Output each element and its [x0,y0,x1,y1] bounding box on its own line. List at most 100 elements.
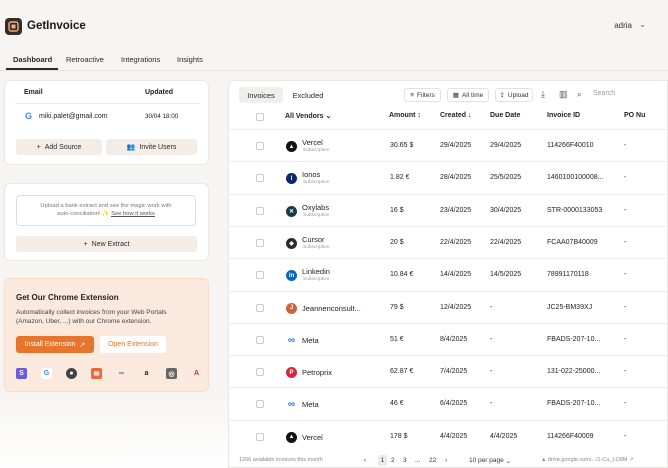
open-extension-button[interactable]: Open Extension [100,336,166,353]
vendor-name: Meta [302,400,319,410]
row-checkbox[interactable] [256,142,264,150]
sparkle-icon: ✨ [102,211,110,217]
search-icon[interactable]: ⌕ [577,89,582,100]
user-menu[interactable]: adria [614,21,632,30]
page-1[interactable]: 1 [378,455,387,466]
plus-icon: + [83,240,88,248]
updated-column-header: Updated [145,89,173,96]
upload-label: Upload [507,91,529,99]
due-date-cell: - [490,368,493,376]
row-checkbox[interactable] [256,238,264,247]
next-page-icon[interactable]: › [445,455,447,466]
po-number-cell: - [624,271,627,279]
download-icon[interactable]: ⤓ [541,89,545,100]
tab-retroactive[interactable]: Retroactive [66,55,104,64]
vendor-name: Meta [302,335,319,345]
amount-cell: 16 $ [390,206,404,214]
table-row[interactable]: in Linkedin Subscription 10.84 € 14/4/2025 14… [229,258,668,291]
row-checkbox[interactable] [256,432,264,441]
prev-page-icon[interactable]: ‹ [364,455,366,466]
vendor-subtype: Subscription [303,244,330,250]
created-date-cell: 22/4/2025 [440,238,472,246]
columns-icon[interactable]: ▥ [559,89,568,100]
triangle-icon: ▲ [286,141,297,152]
invoice-id-cell: FCAA07B40009 [547,238,598,246]
invoice-id-cell: 131-022-25000... [547,368,601,376]
invoice-id-cell: 114266F40009 [547,432,594,440]
drive-link-label: drive.google.com/.../1-Cu_LO8M [547,457,628,463]
po-number-column-header[interactable]: PO Nu [624,112,645,119]
due-date-column-header[interactable]: Due Date [490,112,520,119]
invite-users-label: Invite Users [139,143,177,151]
row-checkbox[interactable] [256,368,264,377]
table-row[interactable]: ▲ Vercel 178 $ 4/4/2025 4/4/2025 114266F40009… [229,419,668,453]
vendors-column-header[interactable]: All Vendors ⌄ [285,112,331,120]
upload-dropzone[interactable]: Upload a bank extract and see the magic … [16,195,196,226]
page-2[interactable]: 2 [391,455,395,466]
po-number-cell: - [624,432,627,440]
row-checkbox[interactable] [256,174,264,183]
vendor-subtype: Subscription [303,277,330,283]
see-how-it-works-link[interactable]: See how it works [111,211,155,217]
amount-cell: 46 € [390,400,404,408]
ionos-icon: I [286,173,297,185]
invite-users-button[interactable]: 👥 Invite Users [106,139,197,155]
select-all-checkbox[interactable] [256,113,264,121]
page-22[interactable]: 22 [429,455,436,466]
page-ellipsis: ... [415,457,421,464]
created-column-header[interactable]: Created ↓ [440,112,472,119]
table-row[interactable]: J Jeannenconsult... 79 $ 12/4/2025 - JC25-BM3… [229,290,668,324]
tab-dashboard[interactable]: Dashboard [13,55,52,64]
invoice-id-cell: 1460100100008... [547,174,604,182]
table-row[interactable]: ✕ Oxylabs Subscription 16 $ 23/4/2025 30/4/20… [229,193,668,227]
invoice-id-column-header[interactable]: Invoice ID [547,112,580,119]
drive-link[interactable]: ▲ drive.google.com/.../1-Cu_LO8M ↗ [541,457,634,463]
row-checkbox[interactable] [256,271,264,280]
row-checkbox[interactable] [256,303,264,312]
table-row[interactable]: ▲ Vercel Subscription 30.65 $ 29/4/2025 29/4/… [229,129,668,162]
table-row[interactable]: I Ionos Subscription 1.82 € 28/4/2025 25/5/20… [229,161,668,194]
table-row[interactable]: ◆ Cursor Subscription 20 $ 22/4/2025 22/4/202… [229,225,668,259]
getinvoice-logo-icon[interactable] [5,18,22,35]
main-nav-tabs: Dashboard Retroactive Integrations Insig… [0,52,668,70]
table-row[interactable]: ∞ Meta 46 € 6/4/2025 - FBADS-207-10... - [229,387,668,420]
upload-text-line2: auto-conciliation! [57,211,101,217]
tab-invoices[interactable]: Invoices [239,87,283,103]
chrome-extension-title: Get Our Chrome Extension [16,293,119,302]
chevron-down-icon[interactable]: ⌄ [639,20,646,29]
vendor-name: Vercel [302,432,323,442]
app-name: GetInvoice [27,20,86,32]
meta-icon: ∞ [287,399,296,411]
row-checkbox[interactable] [256,335,264,344]
divider [0,70,668,71]
install-extension-button[interactable]: Install Extension ↗ [16,336,94,353]
created-date-cell: 4/4/2025 [440,432,468,440]
row-checkbox[interactable] [256,400,264,409]
date-range-button[interactable]: ▦ All time [447,88,489,102]
page-3[interactable]: 3 [403,455,407,466]
filters-button[interactable]: ≡ Filters [404,88,441,102]
due-date-cell: 4/4/2025 [490,432,518,440]
table-row[interactable]: P Petroprix 62.87 € 7/4/2025 - 131-022-25000.… [229,355,668,388]
new-extract-button[interactable]: + New Extract [16,236,197,252]
po-number-cell: - [624,238,627,246]
amount-cell: 10.84 € [390,271,414,279]
search-input[interactable]: Search [593,90,615,97]
created-date-cell: 14/4/2025 [440,271,472,279]
invoice-id-cell: FBADS-207-10... [547,400,601,408]
due-date-cell: - [490,400,493,408]
created-date-cell: 7/4/2025 [440,368,468,376]
row-checkbox[interactable] [256,206,264,215]
add-source-button[interactable]: + Add Source [16,139,102,155]
due-date-cell: - [490,303,493,311]
tab-insights[interactable]: Insights [177,55,203,64]
upload-button[interactable]: ⇪ Upload [495,88,533,102]
mail-icon: ✉ [91,368,102,379]
table-row[interactable]: ∞ Meta 51 € 8/4/2025 - FBADS-207-10... - [229,322,668,356]
per-page-select[interactable]: 10 per page ⌄ [469,455,511,466]
tab-integrations[interactable]: Integrations [121,55,160,64]
tab-excluded[interactable]: Excluded [286,87,330,103]
amount-column-header[interactable]: Amount ↕ [389,112,421,119]
sort-icon: ↕ [417,112,421,119]
amount-cell: 1.82 € [390,174,410,182]
